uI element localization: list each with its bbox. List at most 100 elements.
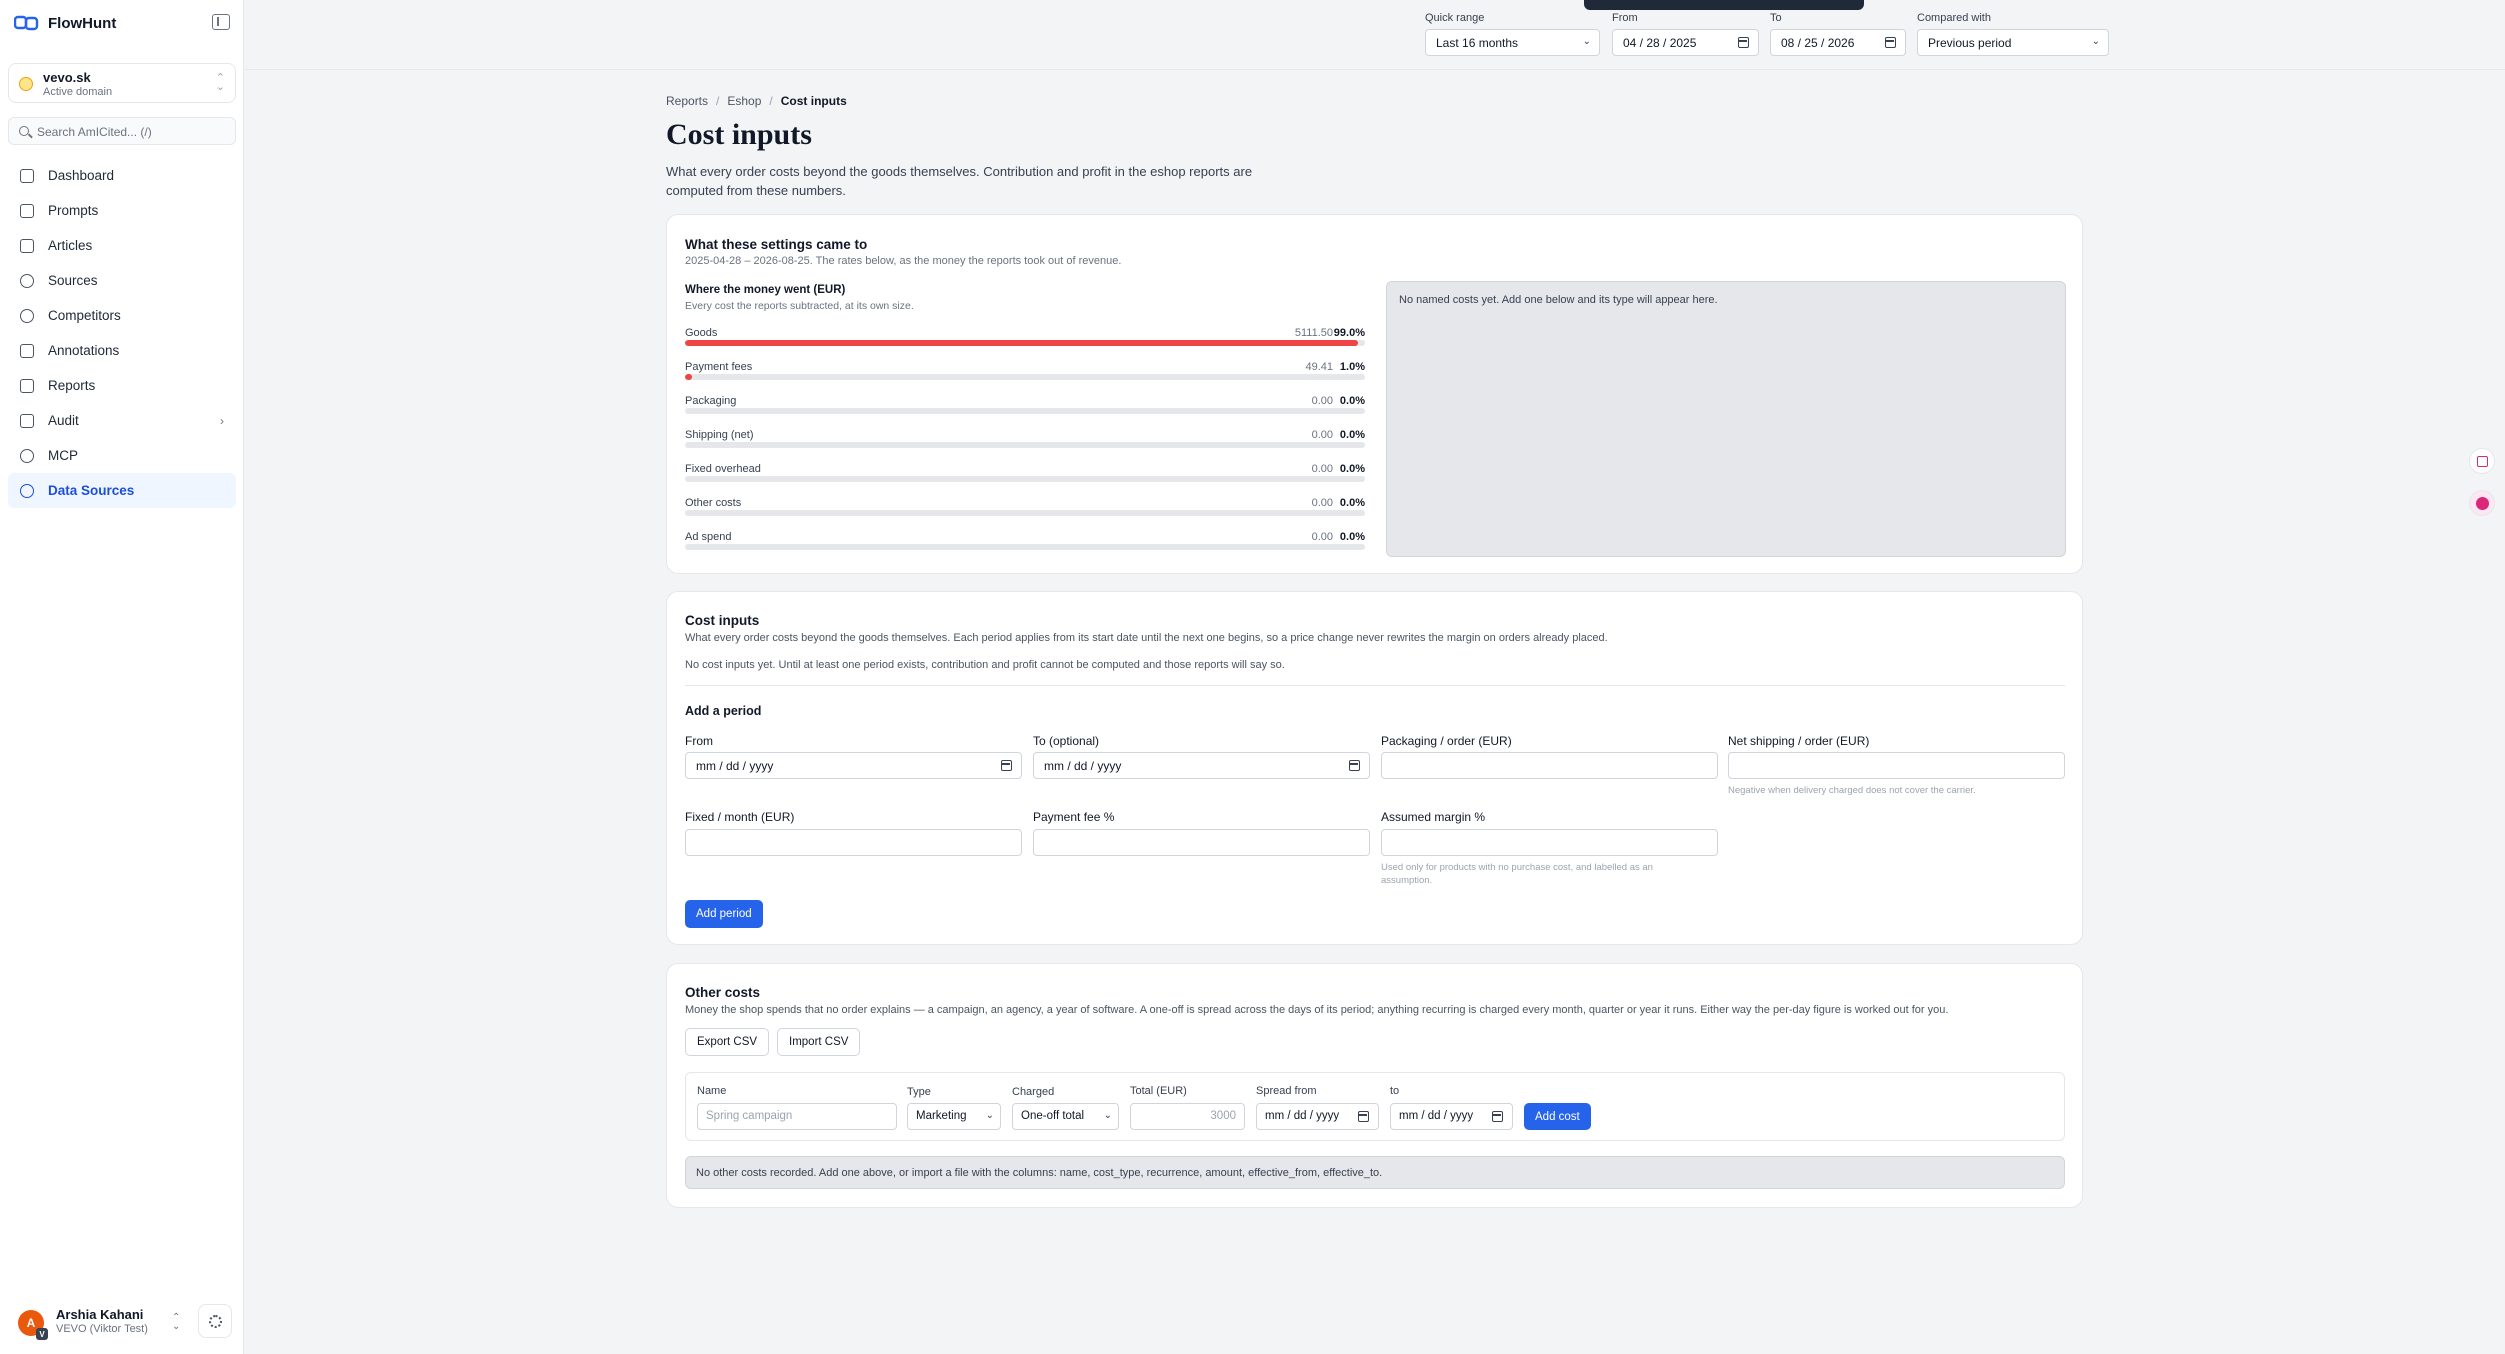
sidebar-item-competitors[interactable]: Competitors <box>8 298 236 333</box>
other-costs-card: Other costs Money the shop spends that n… <box>666 963 2083 1208</box>
sidebar-item-label: Dashboard <box>48 168 115 183</box>
flowhunt-logo-icon <box>14 15 39 31</box>
calendar-icon[interactable] <box>1001 760 1012 771</box>
charged-label: Charged <box>1012 1086 1055 1098</box>
cost-amount: 0.00 <box>1311 395 1333 407</box>
widget-launcher-button[interactable] <box>2469 448 2495 474</box>
period-to-placeholder: mm / dd / yyyy <box>1044 759 1122 773</box>
quick-range-value: Last 16 months <box>1436 36 1519 50</box>
sidebar-item-label: Data Sources <box>48 483 135 498</box>
cost-label: Ad spend <box>685 531 732 543</box>
calendar-icon[interactable] <box>1885 37 1896 48</box>
to-date-input[interactable]: 08 / 25 / 2026 <box>1770 29 1906 56</box>
domain-switcher[interactable]: vevo.sk Active domain ⌃ ⌄ <box>8 63 236 103</box>
spread-from-placeholder: mm / dd / yyyy <box>1265 1110 1340 1122</box>
chevron-down-icon: ⌄ <box>1582 36 1591 47</box>
spread-from-label: Spread from <box>1256 1085 1317 1097</box>
sidebar-item-annotations[interactable]: Annotations <box>8 333 236 368</box>
add-cost-button[interactable]: Add cost <box>1524 1103 1591 1130</box>
sidebar-toggle-icon[interactable] <box>212 14 230 30</box>
cost-type-value: Marketing <box>916 1110 967 1122</box>
compared-label: Compared with <box>1917 12 1991 24</box>
sidebar-item-label: Annotations <box>48 343 120 358</box>
breadcrumb: Reports / Eshop / Cost inputs <box>666 94 847 108</box>
calendar-icon[interactable] <box>1358 1111 1369 1122</box>
cost-percent: 0.0% <box>1339 531 1365 543</box>
summary-subtitle: 2025-04-28 – 2026-08-25. The rates below… <box>685 255 1122 267</box>
settings-button[interactable] <box>198 1304 232 1338</box>
sidebar-item-label: Competitors <box>48 308 121 323</box>
domain-favicon-icon <box>19 77 33 91</box>
period-to-input[interactable]: mm / dd / yyyy <box>1033 752 1370 779</box>
radar-icon <box>20 273 34 288</box>
calendar-icon[interactable] <box>1349 760 1360 771</box>
message-icon <box>20 203 34 218</box>
packaging-input[interactable] <box>1381 752 1718 779</box>
import-csv-button[interactable]: Import CSV <box>777 1028 861 1056</box>
cost-percent: 0.0% <box>1339 463 1365 475</box>
cost-type-select[interactable]: Marketing ⌄ <box>907 1103 1001 1130</box>
search-input[interactable]: Search AmICited... (/) <box>8 117 236 145</box>
cost-breakdown-row: Goods 5111.50 99.0% <box>685 327 1365 361</box>
cost-bar-track <box>685 476 1365 482</box>
spread-from-input[interactable]: mm / dd / yyyy <box>1256 1103 1379 1130</box>
domain-name: vevo.sk <box>43 70 91 85</box>
export-csv-button[interactable]: Export CSV <box>685 1028 770 1056</box>
quick-range-select[interactable]: Last 16 months ⌄ <box>1425 29 1600 56</box>
payment-fee-input[interactable] <box>1033 829 1370 856</box>
sidebar-item-label: MCP <box>48 448 78 463</box>
chevron-down-icon: ⌄ <box>2091 36 2100 47</box>
sidebar-item-mcp[interactable]: MCP <box>8 438 236 473</box>
cost-name-placeholder: Spring campaign <box>706 1110 793 1122</box>
cost-amount: 5111.50 <box>1294 327 1333 339</box>
note-icon <box>20 343 34 358</box>
add-period-button[interactable]: Add period <box>685 900 763 928</box>
from-date-input[interactable]: 04 / 28 / 2025 <box>1612 29 1759 56</box>
sidebar-item-reports[interactable]: Reports <box>8 368 236 403</box>
cost-label: Fixed overhead <box>685 463 761 475</box>
cost-bar-track <box>685 340 1365 346</box>
sidebar-item-audit[interactable]: Audit › <box>8 403 236 438</box>
spread-to-input[interactable]: mm / dd / yyyy <box>1390 1103 1513 1130</box>
spread-to-label: to <box>1390 1085 1400 1097</box>
compared-select[interactable]: Previous period ⌄ <box>1917 29 2109 56</box>
cost-bar-track <box>685 442 1365 448</box>
charged-select[interactable]: One-off total ⌄ <box>1012 1103 1119 1130</box>
cost-percent: 1.0% <box>1339 361 1365 373</box>
page-description: What every order costs beyond the goods … <box>666 164 1253 198</box>
cost-percent: 0.0% <box>1339 497 1365 509</box>
cost-breakdown-row: Packaging 0.00 0.0% <box>685 395 1365 429</box>
sidebar-item-label: Sources <box>48 273 98 288</box>
cost-name-input[interactable]: Spring campaign <box>697 1103 897 1130</box>
sidebar-item-data-sources[interactable]: Data Sources <box>8 473 236 508</box>
breadcrumb-link[interactable]: Eshop <box>727 94 761 108</box>
sidebar-item-sources[interactable]: Sources <box>8 263 236 298</box>
fixed-month-input[interactable] <box>685 829 1022 856</box>
breadcrumb-link[interactable]: Reports <box>666 94 708 108</box>
assistant-launcher-button[interactable] <box>2469 490 2495 516</box>
calendar-icon[interactable] <box>1738 37 1749 48</box>
total-amount-input[interactable]: 3000 <box>1130 1103 1245 1130</box>
domain-status: Active domain <box>43 86 113 98</box>
cost-amount: 0.00 <box>1311 429 1333 441</box>
divider <box>685 685 2065 686</box>
assumed-margin-input[interactable] <box>1381 829 1718 856</box>
sidebar-item-prompts[interactable]: Prompts <box>8 193 236 228</box>
breadcrumb-separator: / <box>769 94 773 108</box>
user-org: VEVO (Viktor Test) <box>56 1323 148 1335</box>
payment-fee-field-label: Payment fee % <box>1033 810 1115 824</box>
add-cost-form: Name Spring campaign Type Marketing ⌄ Ch… <box>685 1072 2065 1141</box>
sidebar-item-dashboard[interactable]: Dashboard <box>8 158 236 193</box>
user-menu[interactable]: A V Arshia Kahani VEVO (Viktor Test) ⌃ ⌄ <box>8 1298 236 1346</box>
period-from-input[interactable]: mm / dd / yyyy <box>685 752 1022 779</box>
brand[interactable]: FlowHunt <box>14 12 116 34</box>
chevron-right-icon: › <box>220 414 224 428</box>
breakdown-subtitle: Every cost the reports subtracted, at it… <box>685 300 914 312</box>
sidebar-item-articles[interactable]: Articles <box>8 228 236 263</box>
net-shipping-input[interactable] <box>1728 752 2065 779</box>
cost-amount: 49.41 <box>1305 361 1333 373</box>
other-costs-empty-state: No other costs recorded. Add one above, … <box>685 1156 2065 1189</box>
other-costs-description: Money the shop spends that no order expl… <box>685 1004 1949 1016</box>
named-costs-empty-text: No named costs yet. Add one below and it… <box>1399 294 1718 306</box>
calendar-icon[interactable] <box>1492 1111 1503 1122</box>
